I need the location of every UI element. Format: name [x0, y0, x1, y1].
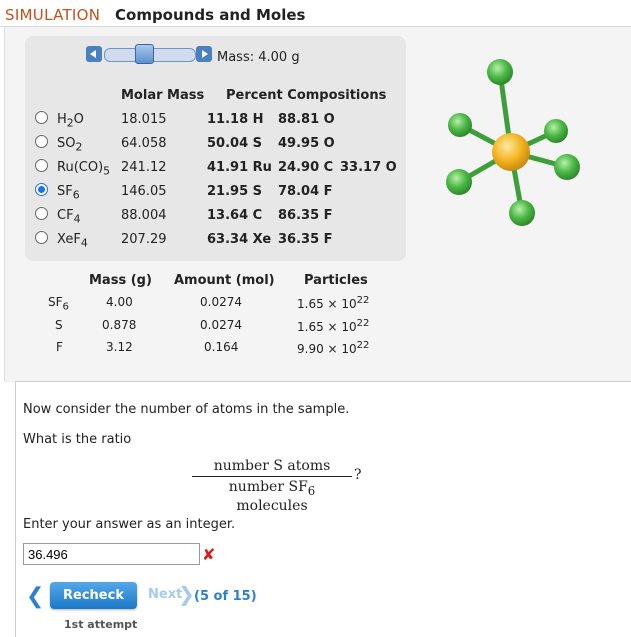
row-label: SF6 [48, 295, 69, 313]
compound-radio-selected[interactable] [35, 183, 48, 196]
fluorine-atom [448, 113, 472, 137]
particles-header: Particles [304, 273, 368, 288]
fluorine-atom [554, 154, 580, 180]
compound-formula: Ru(CO)5 [57, 160, 111, 178]
header-bar: SIMULATION Compounds and Moles [0, 0, 631, 27]
mass-value: 3.12 [106, 340, 133, 354]
fluorine-atom [544, 119, 568, 143]
percent-2: 49.95 O [278, 136, 335, 151]
fluorine-atom [509, 200, 535, 226]
answer-input[interactable] [23, 543, 200, 565]
row-label: F [56, 340, 63, 354]
percent-2: 24.90 C [278, 160, 334, 175]
particles-value: 1.65 × 1022 [297, 318, 370, 334]
amount-header: Amount (mol) [174, 273, 275, 288]
amount-value: 0.164 [204, 340, 239, 354]
sulfur-atom [492, 133, 530, 171]
percent-1: 63.34 Xe [207, 232, 272, 247]
amount-value: 0.0274 [200, 295, 242, 309]
molar-mass-value: 207.29 [121, 232, 167, 247]
fraction-numerator: number S atoms [213, 458, 331, 474]
question-prompt: What is the ratio [23, 432, 132, 447]
compound-formula: CF4 [57, 208, 81, 226]
molar-mass-header: Molar Mass [121, 88, 205, 103]
mass-slider-thumb[interactable] [135, 44, 154, 64]
question-progress: (5 of 15) [194, 589, 257, 604]
compound-radio[interactable] [35, 135, 48, 148]
molar-mass-value: 146.05 [121, 184, 167, 199]
molar-mass-value: 64.058 [121, 136, 167, 151]
question-text: Now consider the number of atoms in the … [23, 402, 350, 417]
compound-radio[interactable] [35, 207, 48, 220]
mass-value: 0.878 [102, 318, 137, 332]
mass-label: Mass: 4.00 g [217, 50, 300, 65]
percent-2: 88.81 O [278, 112, 335, 127]
attempt-label: 1st attempt [64, 618, 138, 631]
page-title: Compounds and Moles [115, 6, 306, 24]
question-mark: ? [354, 467, 362, 483]
amount-value: 0.0274 [200, 318, 242, 332]
compound-formula: H2O [57, 112, 84, 130]
slider-increase-button[interactable] [196, 46, 212, 62]
mass-header: Mass (g) [89, 273, 152, 288]
percent-3: 33.17 O [340, 160, 397, 175]
compound-formula: SF6 [57, 184, 80, 202]
fluorine-atom [487, 59, 513, 85]
ratio-fraction: number S atoms number SF6 molecules [192, 458, 352, 514]
sf6-molecule-model [446, 59, 580, 226]
row-label: S [55, 318, 63, 332]
previous-arrow-icon[interactable]: ❮ [26, 584, 44, 609]
mass-value: 4.00 [106, 295, 133, 309]
recheck-button[interactable]: Recheck [50, 582, 137, 609]
percent-1: 11.18 H [207, 112, 264, 127]
compound-formula: SO2 [57, 136, 83, 154]
percent-2: 78.04 F [278, 184, 333, 199]
compound-formula: XeF4 [57, 232, 88, 250]
molar-mass-value: 88.004 [121, 208, 167, 223]
next-arrow-icon[interactable]: ❯ [178, 582, 195, 606]
incorrect-x-icon: ✘ [202, 545, 216, 564]
fluorine-atom [446, 169, 472, 195]
percent-1: 21.95 S [207, 184, 263, 199]
molar-mass-value: 241.12 [121, 160, 167, 175]
slider-decrease-button[interactable] [86, 46, 102, 62]
percent-1: 41.91 Ru [207, 160, 272, 175]
percent-1: 13.64 C [207, 208, 263, 223]
compound-radio[interactable] [35, 231, 48, 244]
instruction-text: Enter your answer as an integer. [23, 517, 236, 532]
particles-value: 1.65 × 1022 [297, 295, 370, 311]
fraction-denominator: number SF6 molecules [228, 479, 316, 514]
percent-2: 36.35 F [278, 232, 333, 247]
compound-radio[interactable] [35, 159, 48, 172]
percent-2: 86.35 F [278, 208, 333, 223]
compound-radio[interactable] [35, 111, 48, 124]
percent-1: 50.04 S [207, 136, 263, 151]
percent-header: Percent Compositions [226, 88, 387, 103]
simulation-label: SIMULATION [5, 6, 101, 24]
molar-mass-value: 18.015 [121, 112, 167, 127]
particles-value: 9.90 × 1022 [297, 340, 370, 356]
